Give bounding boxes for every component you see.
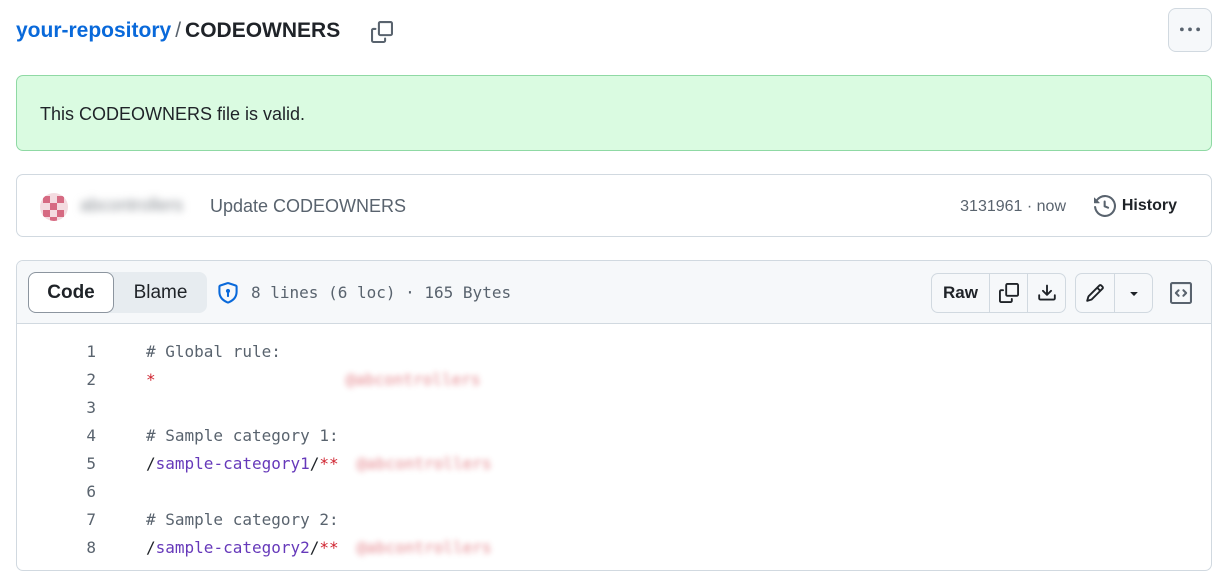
commit-meta[interactable]: 3131961 · now bbox=[960, 197, 1066, 217]
line-number[interactable]: 4 bbox=[17, 422, 96, 450]
code-line: 4 # Sample category 1: bbox=[17, 422, 1211, 450]
code-path-separator: / bbox=[309, 538, 320, 557]
download-icon bbox=[1037, 283, 1057, 303]
line-number[interactable]: 7 bbox=[17, 506, 96, 534]
code-owner: @abcontrollers bbox=[345, 370, 481, 389]
code-owner: @abcontrollers bbox=[356, 538, 492, 557]
line-number[interactable]: 2 bbox=[17, 366, 96, 394]
code-line: 5 /sample-category1/** @abcontrollers bbox=[17, 450, 1211, 478]
edit-button-group bbox=[1075, 273, 1153, 313]
repo-link[interactable]: your-repository bbox=[16, 19, 171, 42]
code-owner: @abcontrollers bbox=[356, 454, 492, 473]
view-toggle: Code Blame bbox=[28, 272, 207, 313]
triangle-down-icon bbox=[1126, 285, 1142, 301]
code-path: sample-category1 bbox=[155, 454, 310, 473]
code-comment: # Sample category 2: bbox=[146, 510, 339, 529]
copy-icon bbox=[998, 283, 1019, 303]
raw-button-group: Raw bbox=[931, 273, 1066, 313]
history-icon bbox=[1093, 195, 1116, 217]
code-pattern: * bbox=[146, 370, 156, 389]
breadcrumb-separator: / bbox=[175, 19, 182, 42]
latest-commit-bar: abcontrollers Update CODEOWNERS 3131961 … bbox=[16, 174, 1212, 237]
tab-blame[interactable]: Blame bbox=[114, 272, 207, 313]
commit-author[interactable]: abcontrollers bbox=[80, 195, 200, 217]
code-glob: ** bbox=[319, 454, 339, 473]
file-name: CODEOWNERS bbox=[185, 19, 341, 42]
code-path-prefix: / bbox=[146, 454, 156, 473]
code-line: 2 * @abcontrollers bbox=[17, 366, 1211, 394]
avatar[interactable] bbox=[40, 193, 68, 221]
line-number[interactable]: 3 bbox=[17, 394, 96, 422]
code-view: 1 # Global rule: 2 * @abcontrollers 3 4 #… bbox=[17, 338, 1211, 562]
validation-banner: This CODEOWNERS file is valid. bbox=[16, 75, 1212, 151]
code-line: 3 bbox=[17, 394, 1211, 422]
code-comment: # Global rule: bbox=[146, 342, 281, 361]
code-line: 7 # Sample category 2: bbox=[17, 506, 1211, 534]
file-header: your-repository / CODEOWNERS bbox=[16, 8, 1212, 52]
code-line: 1 # Global rule: bbox=[17, 338, 1211, 366]
more-options-button[interactable] bbox=[1168, 8, 1212, 52]
commit-message[interactable]: Update CODEOWNERS bbox=[210, 195, 406, 217]
code-glob: ** bbox=[319, 538, 339, 557]
shield-icon[interactable] bbox=[217, 282, 241, 306]
edit-options-button[interactable] bbox=[1114, 274, 1152, 312]
file-toolbar: Code Blame 8 lines (6 loc) · 165 Bytes R… bbox=[17, 261, 1211, 324]
code-comment: # Sample category 1: bbox=[146, 426, 339, 445]
code-square-icon bbox=[1170, 282, 1192, 304]
code-path-prefix: / bbox=[146, 538, 156, 557]
validation-message: This CODEOWNERS file is valid. bbox=[40, 104, 306, 124]
file-info: 8 lines (6 loc) · 165 Bytes bbox=[251, 283, 512, 302]
edit-file-button[interactable] bbox=[1076, 274, 1114, 312]
symbols-panel-button[interactable] bbox=[1167, 279, 1195, 307]
raw-button[interactable]: Raw bbox=[932, 274, 989, 312]
code-path-separator: / bbox=[309, 454, 320, 473]
code-path: sample-category2 bbox=[155, 538, 310, 557]
kebab-icon bbox=[1180, 20, 1200, 40]
download-button[interactable] bbox=[1027, 274, 1065, 312]
copy-raw-button[interactable] bbox=[989, 274, 1027, 312]
history-label: History bbox=[1121, 197, 1177, 214]
pencil-icon bbox=[1085, 283, 1105, 303]
line-number[interactable]: 5 bbox=[17, 450, 96, 478]
line-number[interactable]: 1 bbox=[17, 338, 96, 366]
copy-icon bbox=[371, 21, 393, 43]
code-line: 6 bbox=[17, 478, 1211, 506]
file-viewer: Code Blame 8 lines (6 loc) · 165 Bytes R… bbox=[16, 260, 1212, 571]
breadcrumb: your-repository / CODEOWNERS bbox=[16, 18, 340, 44]
line-number[interactable]: 8 bbox=[17, 534, 96, 562]
code-line: 8 /sample-category2/** @abcontrollers bbox=[17, 534, 1211, 562]
history-button[interactable]: History bbox=[1086, 189, 1189, 223]
line-number[interactable]: 6 bbox=[17, 478, 96, 506]
tab-code[interactable]: Code bbox=[28, 272, 114, 313]
copy-path-button[interactable] bbox=[368, 18, 396, 46]
